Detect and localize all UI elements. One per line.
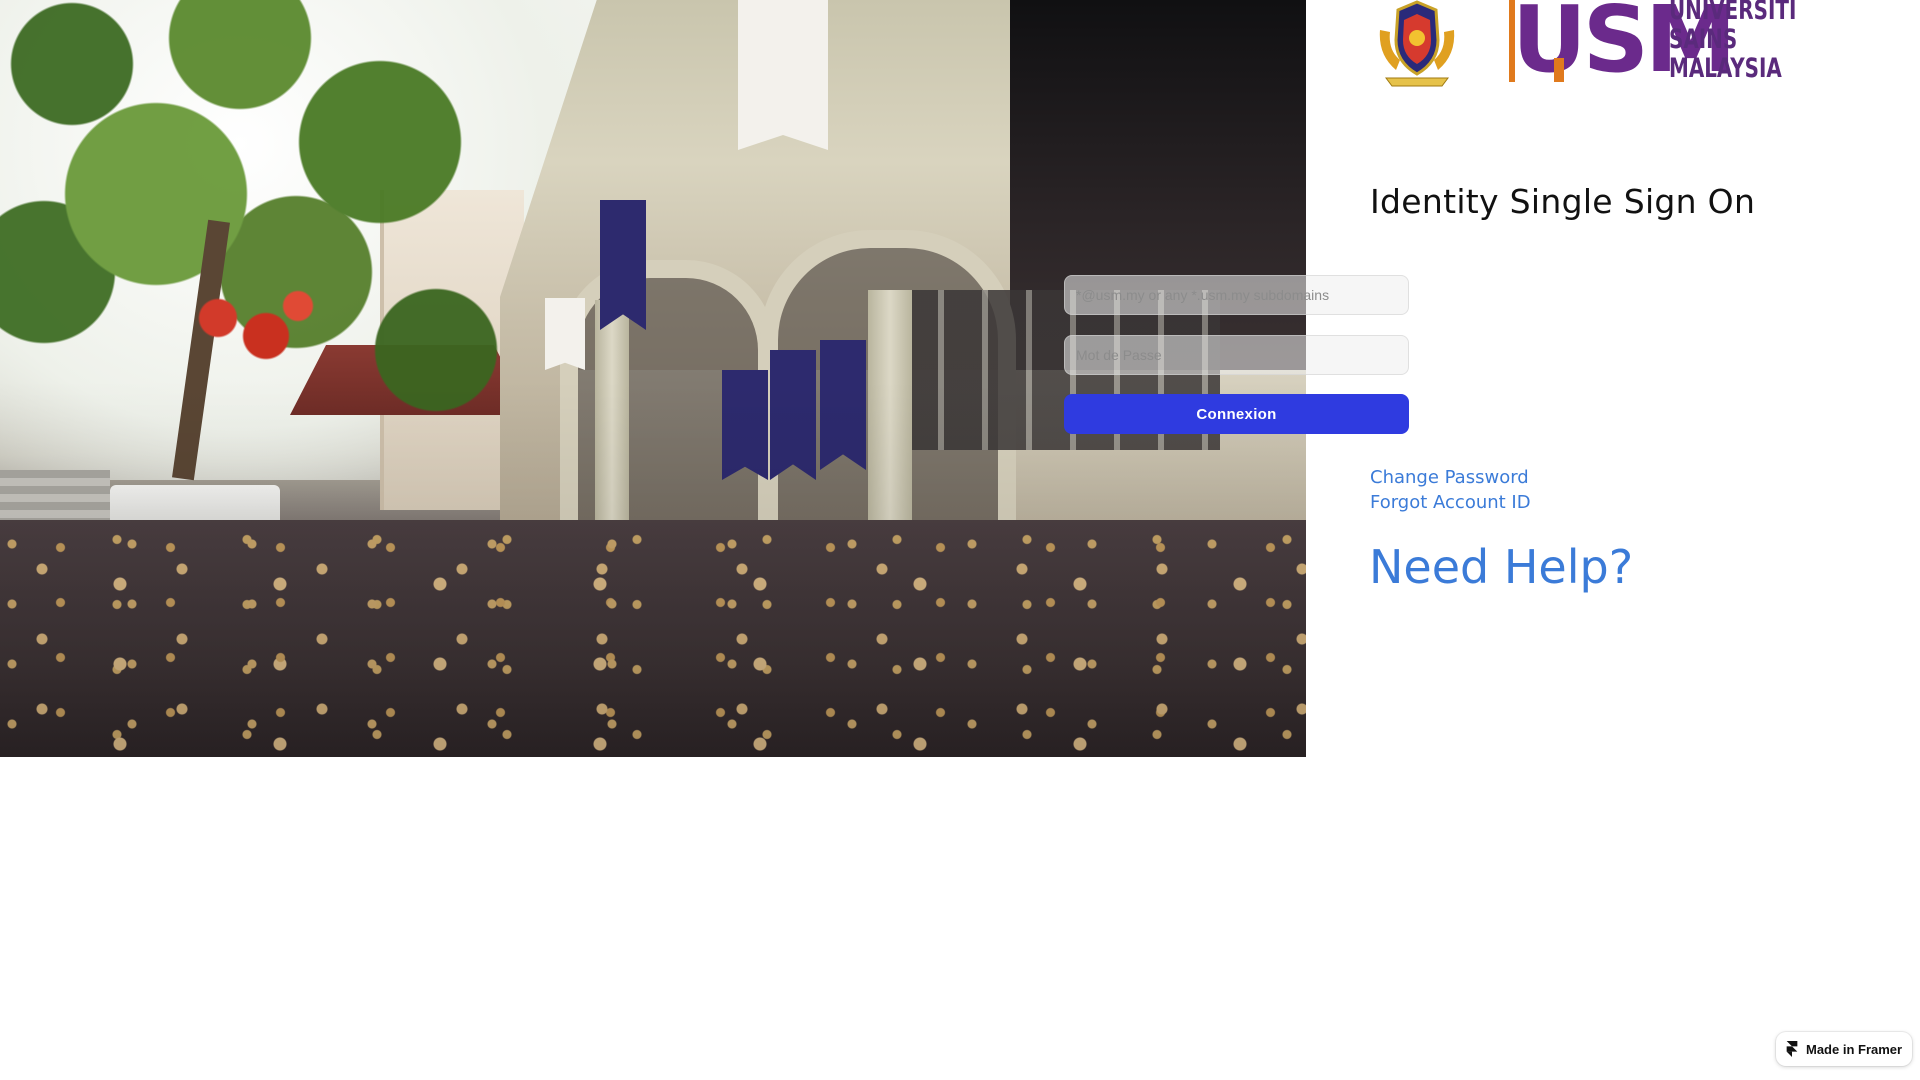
page: USM UNIVERSITI SAINS MALAYSIA Identity S… [0, 0, 1920, 1080]
framer-icon [1786, 1041, 1798, 1057]
account-links: Change Password Forgot Account ID [1370, 465, 1531, 515]
password-input[interactable] [1064, 335, 1409, 375]
university-name: UNIVERSITI SAINS MALAYSIA [1669, 0, 1797, 84]
login-button[interactable]: Connexion [1064, 394, 1409, 434]
page-title: Identity Single Sign On [1370, 182, 1756, 221]
username-input[interactable] [1064, 275, 1409, 315]
made-in-framer-badge[interactable]: Made in Framer [1776, 1032, 1912, 1066]
badge-label: Made in Framer [1806, 1041, 1903, 1057]
usm-logo: USM UNIVERSITI SAINS MALAYSIA [1376, 0, 1796, 95]
login-form: Connexion [1064, 275, 1409, 434]
forgot-account-id-link[interactable]: Forgot Account ID [1370, 490, 1531, 515]
need-help-link[interactable]: Need Help? [1369, 540, 1633, 594]
change-password-link[interactable]: Change Password [1370, 465, 1531, 490]
university-crest-icon [1379, 0, 1455, 87]
logo-accent-bar [1554, 58, 1564, 82]
